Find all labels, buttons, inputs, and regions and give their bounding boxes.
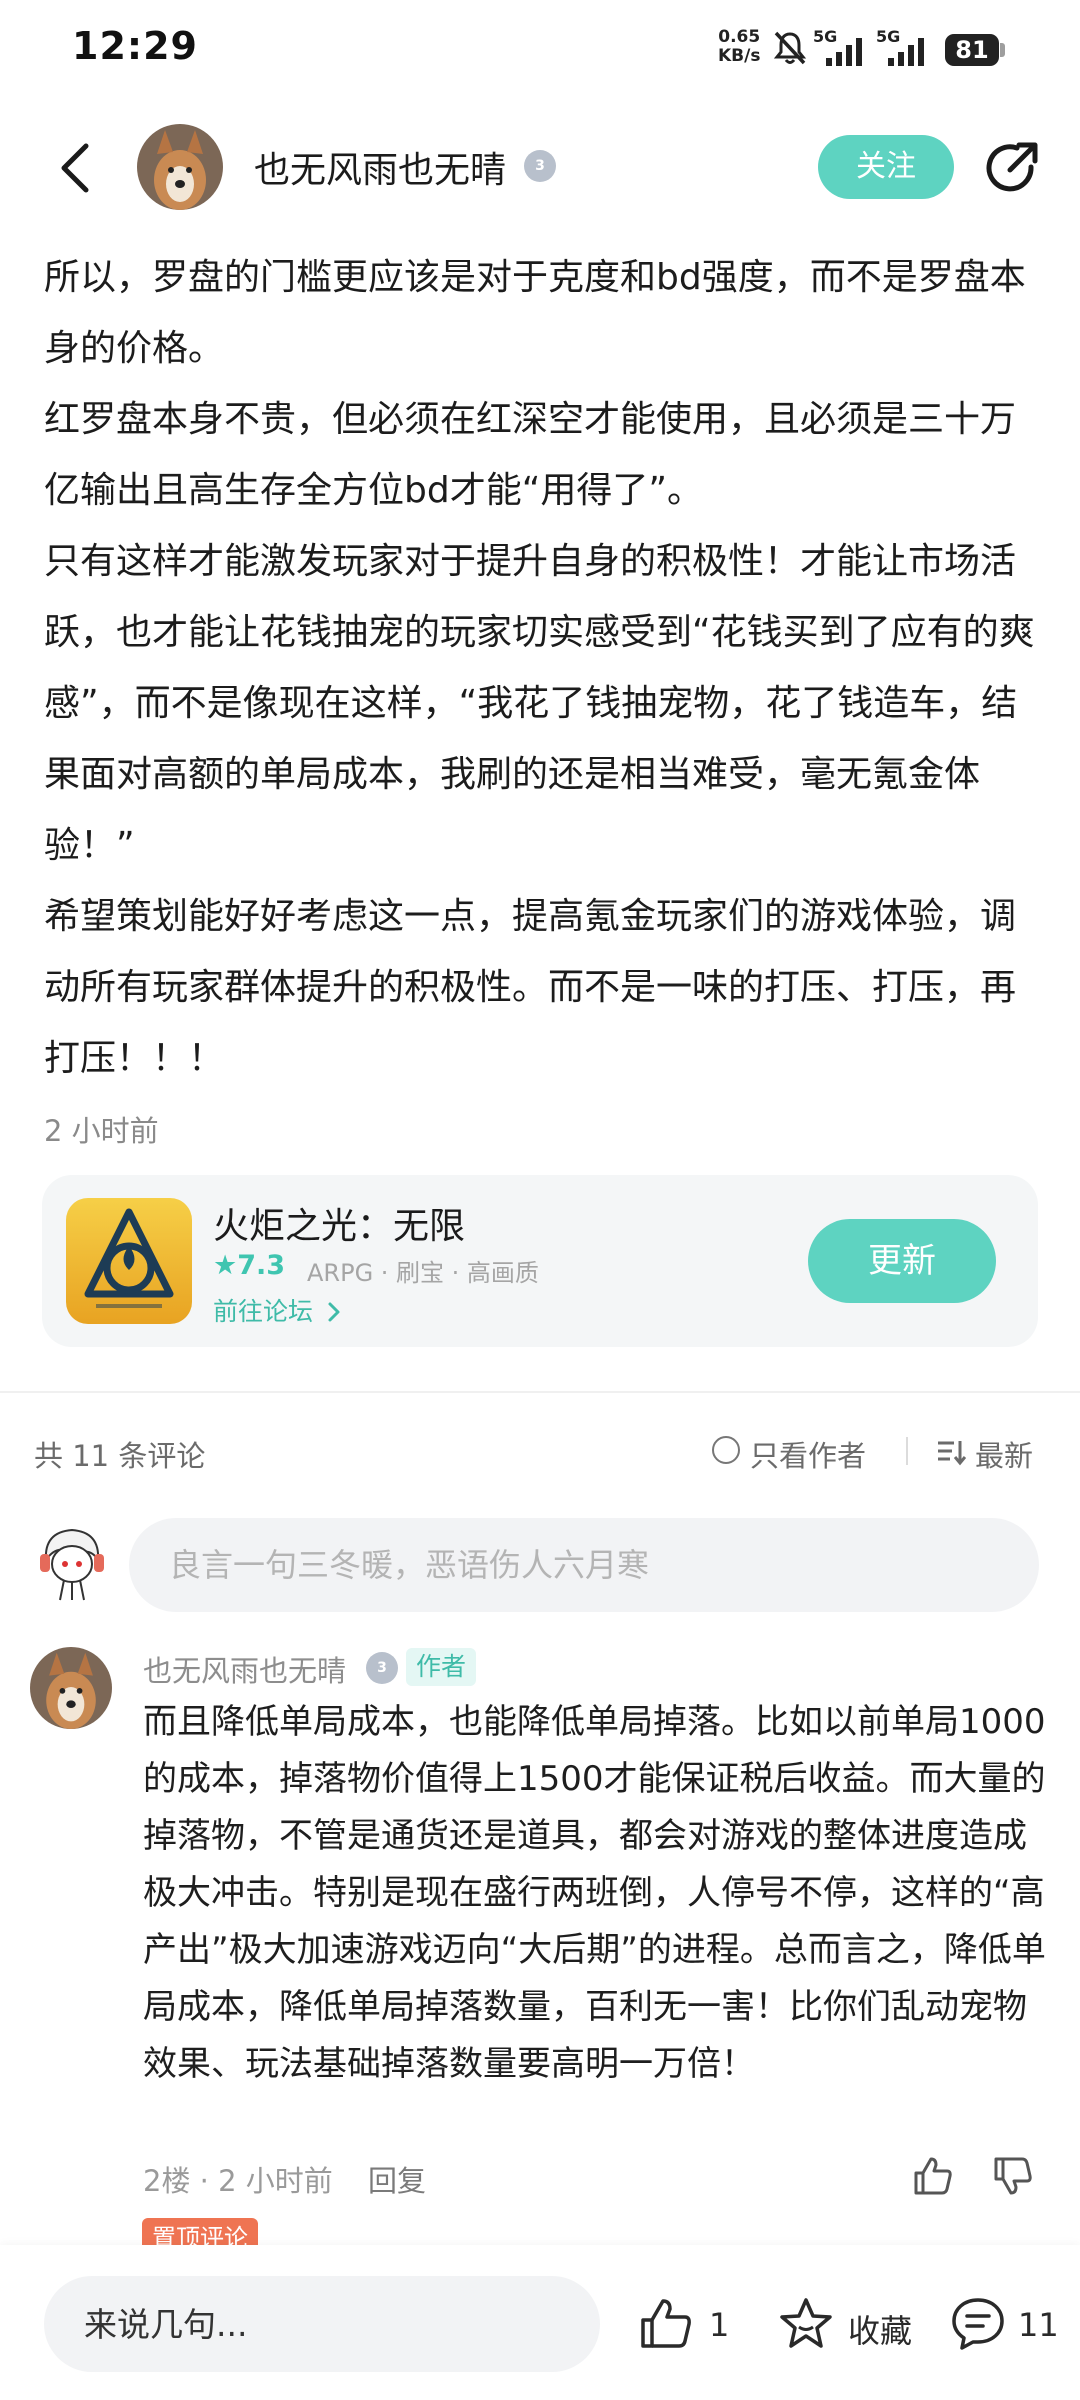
game-logo-icon [66,1198,192,1324]
author-avatar[interactable] [137,124,223,210]
game-rating-value: 7.3 [237,1250,286,1281]
follow-button[interactable]: 关注 [818,135,954,199]
dog-avatar-icon [137,124,223,210]
comment-text: 而且降低单局成本，也能降低单局掉落。比如以前单局1000的成本，掉落物价值得上1… [143,1702,1046,2084]
sort-latest[interactable]: 最新 [975,1433,1033,1475]
comments-count: 共 11 条评论 [34,1439,206,1473]
post-paragraph: 所以，罗盘的门槛更应该是对于克度和bd强度，而不是罗盘本身的价格。 [44,257,1026,369]
reply-input[interactable] [44,2276,600,2372]
thumbs-up-icon[interactable] [912,2155,954,2197]
mute-bell-icon [773,31,807,65]
chevron-right-icon [328,1302,340,1322]
signal-bars-icon [826,38,862,66]
favorite-label[interactable]: 收藏 [848,2306,912,2352]
star-outline-icon[interactable] [778,2296,834,2352]
sort-icon[interactable] [936,1438,966,1466]
post-time: 2 小时前 [44,1114,159,1148]
forum-link[interactable]: 前往论坛 [213,1292,343,1328]
forum-link-label: 前往论坛 [213,1297,314,1326]
comment-level-badge: 3 [366,1652,398,1684]
star-icon: ★ [213,1250,238,1281]
comment-bubble-icon[interactable] [950,2296,1006,2352]
reply-button[interactable]: 回复 [368,2158,426,2200]
like-icon[interactable] [638,2296,694,2352]
only-author-toggle[interactable]: 只看作者 [750,1433,866,1475]
only-author-radio[interactable] [712,1436,740,1464]
game-icon[interactable] [66,1198,192,1324]
anime-avatar-icon [30,1520,114,1604]
network-speed: 0.65 KB/s [718,28,760,66]
status-time: 12:29 [72,24,198,68]
dog-avatar-icon [30,1647,112,1729]
update-button[interactable]: 更新 [808,1219,996,1303]
level-badge: 3 [524,150,556,182]
share-icon[interactable] [981,137,1043,199]
comment-count: 11 [1018,2306,1059,2344]
comment-input[interactable] [129,1518,1039,1612]
comment-author-name[interactable]: 也无风雨也无晴 [143,1648,346,1690]
battery-tip [1000,43,1005,57]
header-separator [906,1437,908,1465]
game-name[interactable]: 火炬之光：无限 [213,1197,465,1249]
author-tag: 作者 [406,1648,477,1686]
post-paragraph: 希望策划能好好考虑这一点，提高氪金玩家们的游戏体验，调动所有玩家群体提升的积极性… [44,896,1017,1079]
thumbs-down-icon[interactable] [992,2155,1034,2197]
post-paragraph: 只有这样才能激发玩家对于提升自身的积极性！才能让市场活跃，也才能让花钱抽宠的玩家… [44,541,1035,866]
game-tags: ARPG · 刷宝 · 高画质 [307,1259,539,1287]
like-count: 1 [709,2306,730,2344]
network-speed-unit: KB/s [718,46,761,66]
user-avatar[interactable] [30,1520,114,1604]
game-rating: ★7.3 [213,1250,285,1281]
network-speed-value: 0.65 [718,27,761,47]
comment-meta: 2楼 · 2 小时前 [143,2164,333,2198]
post-body: 所以，罗盘的门槛更应该是对于克度和bd强度，而不是罗盘本身的价格。 红罗盘本身不… [44,242,1042,1094]
comment-author-avatar[interactable] [30,1647,112,1729]
section-divider [0,1391,1080,1393]
post-paragraph: 红罗盘本身不贵，但必须在红深空才能使用，且必须是三十万亿输出且高生存全方位bd才… [44,399,1017,511]
battery-level: 81 [945,34,999,66]
author-name[interactable]: 也无风雨也无晴 [254,141,506,193]
back-arrow-icon[interactable] [52,140,98,196]
signal-bars-2-icon [888,38,924,66]
